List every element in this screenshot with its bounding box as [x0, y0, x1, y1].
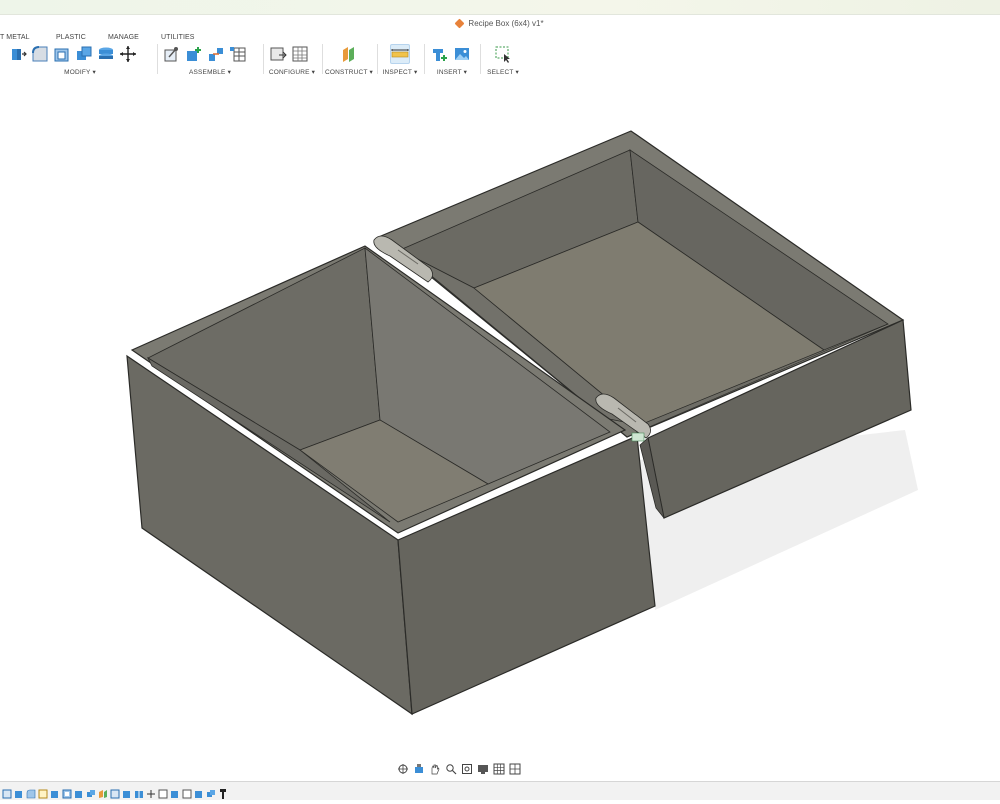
zoom-icon[interactable] — [444, 763, 457, 775]
grid-icon[interactable] — [492, 763, 505, 775]
new-component-icon[interactable] — [163, 45, 181, 63]
separator — [377, 44, 378, 74]
insert-derive-icon[interactable] — [431, 45, 449, 63]
split-body-icon[interactable] — [134, 786, 144, 799]
inspect-group-label[interactable]: INSPECT ▾ — [380, 68, 420, 76]
offset-plane-icon[interactable] — [340, 45, 358, 63]
fillet-icon[interactable] — [31, 45, 49, 63]
extrude-icon[interactable] — [122, 786, 132, 798]
insert-group-label[interactable]: INSERT ▾ — [428, 68, 476, 76]
tab-utilities[interactable]: UTILITIES — [161, 34, 195, 41]
sketch-icon[interactable] — [2, 786, 12, 799]
shell-icon[interactable] — [62, 786, 72, 799]
move-icon[interactable] — [146, 786, 156, 798]
insert-group: INSERT ▾ — [428, 44, 476, 78]
separator — [480, 44, 481, 74]
assemble-group-label[interactable]: ASSEMBLE ▾ — [160, 68, 260, 76]
configure-icon[interactable] — [269, 45, 287, 63]
inspect-group: INSPECT ▾ — [380, 44, 420, 78]
combine-icon[interactable] — [206, 786, 216, 797]
tab-sheet-metal[interactable]: T METAL — [0, 34, 30, 41]
extrude-icon[interactable] — [14, 786, 24, 798]
window-top-strip — [0, 0, 1000, 15]
modify-group-label[interactable]: MODIFY ▾ — [6, 68, 154, 76]
sketch-icon[interactable] — [38, 786, 48, 799]
extrude-icon[interactable] — [50, 786, 60, 798]
construct-group: CONSTRUCT ▾ — [325, 44, 373, 78]
configure-group-label[interactable]: CONFIGURE ▾ — [266, 68, 318, 76]
tab-manage[interactable]: MANAGE — [108, 34, 139, 41]
construct-group-label[interactable]: CONSTRUCT ▾ — [325, 68, 373, 76]
separator — [263, 44, 264, 74]
canvas-viewport[interactable] — [0, 78, 1000, 778]
orbit-icon[interactable] — [396, 763, 409, 775]
assemble-group: ASSEMBLE ▾ — [160, 44, 260, 78]
select-box-icon[interactable] — [494, 45, 512, 63]
timeline-marker-icon[interactable] — [218, 786, 228, 799]
combine-icon[interactable] — [86, 786, 96, 797]
construct-plane-icon[interactable] — [98, 786, 108, 798]
fillet-icon[interactable] — [26, 786, 36, 799]
measure-icon[interactable] — [390, 44, 410, 64]
pan-hand-icon[interactable] — [428, 763, 441, 775]
joint-icon[interactable] — [185, 45, 203, 63]
shell-icon[interactable] — [53, 45, 71, 63]
look-at-icon[interactable] — [412, 763, 425, 775]
configure-group: CONFIGURE ▾ — [266, 44, 318, 78]
as-built-joint-icon[interactable] — [207, 45, 225, 63]
select-group-label[interactable]: SELECT ▾ — [484, 68, 522, 76]
extrude-icon[interactable] — [170, 786, 180, 798]
move-icon[interactable] — [119, 45, 137, 63]
toolbar-tabs: T METAL PLASTIC MANAGE UTILITIES — [0, 34, 1000, 44]
toolbar: T METAL PLASTIC MANAGE UTILITIES MODIFY … — [0, 30, 1000, 78]
timeline-bar — [0, 781, 1000, 800]
tab-plastic[interactable]: PLASTIC — [56, 34, 86, 41]
separator — [424, 44, 425, 74]
press-pull-icon[interactable] — [9, 45, 27, 63]
configuration-table-icon[interactable] — [291, 45, 309, 63]
sketch-icon[interactable] — [110, 786, 120, 799]
modify-group: MODIFY ▾ — [6, 44, 154, 78]
document-title: Recipe Box (6x4) v1* — [468, 18, 544, 28]
recipe-box-model — [126, 130, 918, 716]
joint-glyph[interactable] — [631, 432, 645, 442]
separator — [322, 44, 323, 74]
navigation-bar — [396, 762, 521, 776]
orange-cube-icon — [454, 18, 465, 28]
combine-icon[interactable] — [75, 45, 93, 63]
joint-table-icon[interactable] — [229, 45, 247, 63]
extrude-icon[interactable] — [194, 786, 204, 798]
separator — [157, 44, 158, 74]
insert-canvas-icon[interactable] — [453, 45, 471, 63]
sketch-icon[interactable] — [182, 786, 192, 799]
display-mode-icon[interactable] — [476, 763, 489, 775]
viewports-icon[interactable] — [508, 763, 521, 775]
select-group: SELECT ▾ — [484, 44, 522, 78]
stack-icon[interactable] — [97, 45, 115, 63]
fit-icon[interactable] — [460, 763, 473, 775]
sketch-icon[interactable] — [158, 786, 168, 799]
extrude-icon[interactable] — [74, 786, 84, 798]
